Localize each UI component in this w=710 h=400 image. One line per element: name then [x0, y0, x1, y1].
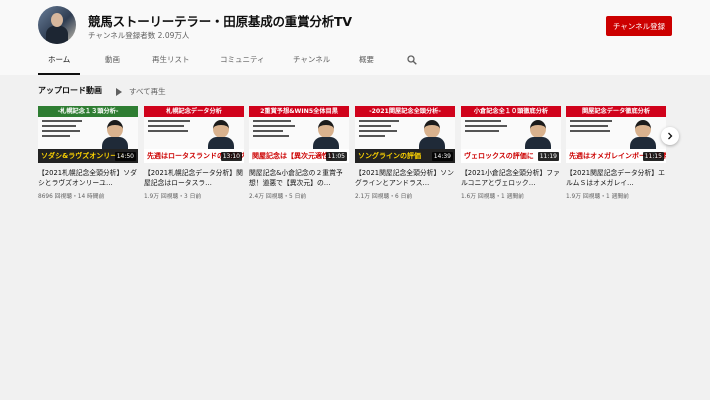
section-title: アップロード動画: [38, 86, 102, 95]
thumbnail-banner: 札幌記念データ分析: [144, 106, 244, 117]
tab-about[interactable]: 概要: [359, 48, 374, 73]
video-card[interactable]: -札幌記念１３頭分析- ソダシ&ラヴズオンリーユー 14:50 【2021札幌記…: [38, 106, 138, 200]
play-all-label: すべて再生: [129, 87, 166, 96]
thumbnail-banner: -札幌記念１３頭分析-: [38, 106, 138, 117]
subscribe-button[interactable]: チャンネル登録: [606, 16, 672, 36]
video-thumbnail[interactable]: 関屋記念データ徹底分析 先週はオメガレインボーの 馬券内率８０%データ 11:1…: [566, 106, 666, 163]
chevron-right-icon: [668, 132, 673, 140]
video-thumbnail[interactable]: -札幌記念１３頭分析- ソダシ&ラヴズオンリーユー 14:50: [38, 106, 138, 163]
thumbnail-banner: 2重賞予想&WIN5全体目黒: [249, 106, 349, 117]
video-meta: 2.1万 回視聴・6 日前: [355, 194, 413, 200]
thumbnail-banner: 関屋記念データ徹底分析: [566, 106, 666, 117]
play-icon: [116, 87, 122, 96]
video-meta: 8696 回視聴・14 時間前: [38, 194, 105, 200]
video-thumbnail[interactable]: 2重賞予想&WIN5全体目黒 関屋記念は【異次元適性】 11:05: [249, 106, 349, 163]
video-duration: 14:39: [431, 152, 453, 161]
video-duration: 11:05: [325, 152, 347, 161]
thumbnail-text-lines: [570, 120, 614, 135]
video-title[interactable]: 【2021関屋記念データ分析】エルムＳはオメガレイ…: [566, 168, 666, 188]
video-card[interactable]: 札幌記念データ分析 先週はロータスランドの 馬券内率７５%データ 13:10 【…: [144, 106, 244, 200]
video-title[interactable]: 【2021札幌記念データ分析】関屋記念はロータスラ…: [144, 168, 244, 188]
video-meta: 1.9万 回視聴・1 週間前: [566, 194, 629, 200]
thumbnail-text-lines: [465, 120, 509, 135]
thumbnail-text-lines: [359, 120, 403, 140]
thumbnail-text-lines: [42, 120, 86, 140]
video-duration: 11:19: [537, 152, 559, 161]
search-icon[interactable]: [407, 55, 417, 65]
tab-home[interactable]: ホーム: [38, 48, 81, 75]
video-duration: 14:50: [114, 152, 136, 161]
video-title[interactable]: 【2021札幌記念全頭分析】ソダシとラヴズオンリーユ…: [38, 168, 138, 188]
tab-channels[interactable]: チャンネル: [293, 48, 330, 73]
channel-avatar[interactable]: [38, 6, 76, 44]
video-card[interactable]: 小倉記念全１０頭徹底分析 ヴェロックスの評価に 11:19 【2021小倉記念全…: [461, 106, 561, 200]
thumbnail-banner: 小倉記念全１０頭徹底分析: [461, 106, 561, 117]
play-all-link[interactable]: すべて再生: [116, 86, 166, 97]
carousel-next-button[interactable]: [661, 127, 679, 145]
video-thumbnail[interactable]: 小倉記念全１０頭徹底分析 ヴェロックスの評価に 11:19: [461, 106, 561, 163]
video-duration: 13:10: [220, 152, 242, 161]
subscriber-count: チャンネル登録者数 2.09万人: [88, 31, 190, 40]
video-meta: 1.6万 回視聴・1 週間前: [461, 194, 524, 200]
thumbnail-text-lines: [148, 120, 192, 135]
video-title[interactable]: 関屋記念&小倉記念の２重賞予想！道悪で【異次元】の…: [249, 168, 349, 188]
video-thumbnail[interactable]: 札幌記念データ分析 先週はロータスランドの 馬券内率７５%データ 13:10: [144, 106, 244, 163]
thumbnail-banner: -2021関屋記念全頭分析-: [355, 106, 455, 117]
channel-name: 競馬ストーリーテラー・田原基成の重賞分析TV: [88, 14, 352, 29]
video-card[interactable]: 2重賞予想&WIN5全体目黒 関屋記念は【異次元適性】 11:05 関屋記念&小…: [249, 106, 349, 200]
video-meta: 1.9万 回視聴・3 日前: [144, 194, 202, 200]
video-thumbnail[interactable]: -2021関屋記念全頭分析- ソングラインの評価 14:39: [355, 106, 455, 163]
tab-videos[interactable]: 動画: [105, 48, 120, 73]
video-title[interactable]: 【2021小倉記念全頭分析】ファルコニアとヴェロック…: [461, 168, 561, 188]
video-meta: 2.4万 回視聴・5 日前: [249, 194, 307, 200]
tab-playlists[interactable]: 再生リスト: [152, 48, 190, 73]
video-duration: 11:15: [642, 152, 664, 161]
channel-header: 競馬ストーリーテラー・田原基成の重賞分析TV チャンネル登録者数 2.09万人 …: [0, 0, 710, 75]
thumbnail-text-lines: [253, 120, 297, 140]
video-title[interactable]: 【2021関屋記念全頭分析】ソングラインとアンドラス…: [355, 168, 455, 188]
video-card[interactable]: -2021関屋記念全頭分析- ソングラインの評価 14:39 【2021関屋記念…: [355, 106, 455, 200]
tab-community[interactable]: コミュニティ: [220, 48, 265, 73]
video-card[interactable]: 関屋記念データ徹底分析 先週はオメガレインボーの 馬券内率８０%データ 11:1…: [566, 106, 666, 200]
